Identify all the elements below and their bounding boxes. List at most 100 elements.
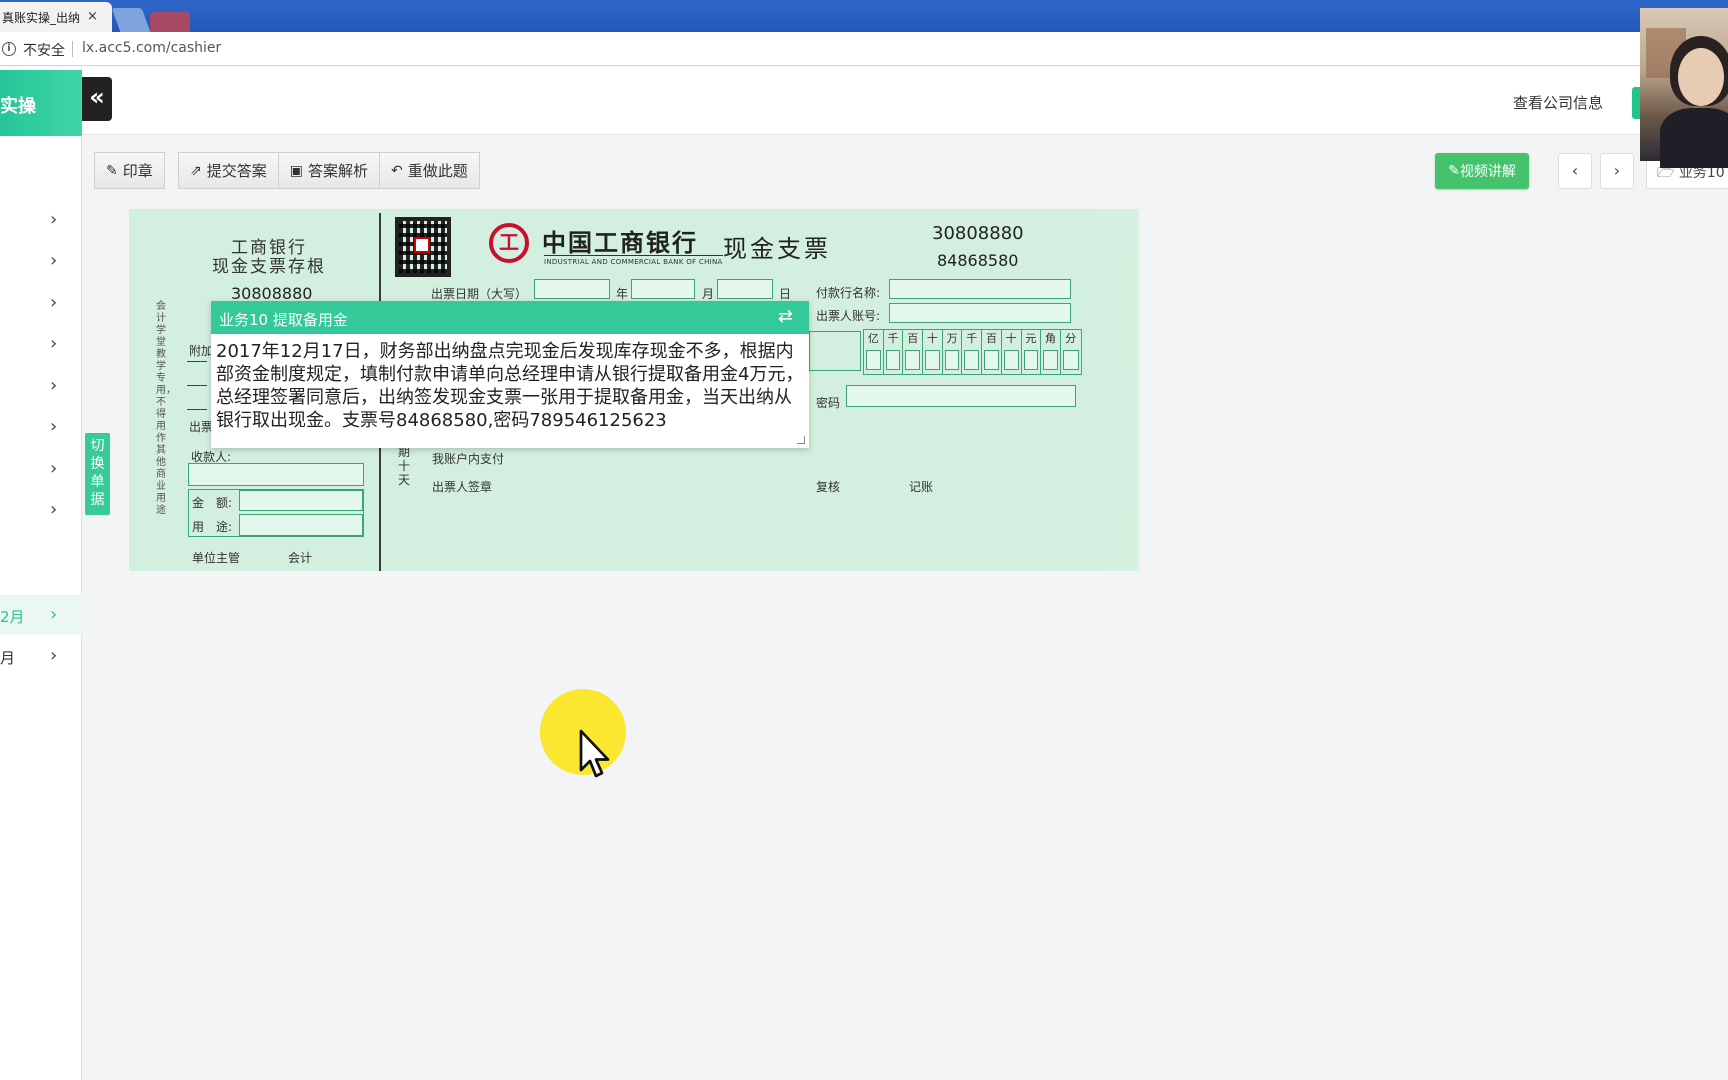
collapse-sidebar-button[interactable]: « <box>82 77 112 121</box>
edit-icon: ✎ <box>106 162 118 179</box>
payer-account-input[interactable] <box>889 303 1071 323</box>
submit-answer-button[interactable]: ⇗ 提交答案 <box>178 152 279 189</box>
amount-digit-cell: 角 <box>1041 330 1061 374</box>
amount-digit-cell: 分 <box>1061 330 1081 374</box>
browser-tab-inactive[interactable] <box>111 8 151 32</box>
amount-digit-cell: 元 <box>1022 330 1042 374</box>
amount-unit-label: 百 <box>907 332 919 345</box>
webcam-overlay <box>1640 8 1728 168</box>
amount-digit-input[interactable] <box>866 350 881 370</box>
password-input[interactable] <box>846 385 1076 407</box>
review-label: 复核 <box>816 480 841 494</box>
next-button[interactable]: › <box>1600 153 1634 189</box>
swap-icon[interactable]: ⇄ <box>778 306 793 327</box>
bank-name-en: INDUSTRIAL AND COMMERCIAL BANK OF CHINA <box>544 255 723 266</box>
address-divider <box>72 41 73 57</box>
chevron-right-icon: › <box>50 645 58 666</box>
info-icon[interactable]: i <box>2 42 16 56</box>
amount-unit-label: 十 <box>1005 332 1017 345</box>
browser-tab-title: 真账实操_出纳 <box>2 11 81 25</box>
undo-icon: ↶ <box>391 162 403 179</box>
sidebar-item[interactable]: › <box>0 407 82 447</box>
amount-digit-input[interactable] <box>1062 350 1079 370</box>
task-description-panel[interactable]: 业务10 提取备用金 ⇄ 2017年12月17日，财务部出纳盘点完现金后发现库存… <box>211 301 809 448</box>
amount-digit-cell: 百 <box>903 330 924 374</box>
stub-supervisor-label: 单位主管 <box>192 551 241 565</box>
amount-digit-input[interactable] <box>905 350 921 370</box>
stub-amount-input[interactable] <box>239 490 363 511</box>
cheque-number-1: 30808880 <box>932 223 1024 244</box>
stub-accountant-label: 会计 <box>288 551 313 565</box>
stub-amount-label: 金 额: <box>192 496 233 510</box>
sidebar-item[interactable]: › <box>0 324 82 364</box>
sidebar-item-month[interactable]: 月 › <box>0 636 82 676</box>
browser-tab-bar: 真账实操_出纳 × <box>0 0 1728 32</box>
url-text[interactable]: lx.acc5.com/cashier <box>82 40 221 56</box>
external-link-icon: ⇗ <box>190 162 202 179</box>
amount-digit-input[interactable] <box>925 350 940 370</box>
sidebar-item-december[interactable]: 2月 › <box>0 595 82 635</box>
stub-purpose-label: 用 途: <box>192 520 233 534</box>
issue-date-label: 出票日期（大写） <box>431 287 528 301</box>
period-label: 期 十 天 <box>398 445 411 487</box>
payer-bank-input[interactable] <box>889 279 1071 299</box>
amount-words-input-edge[interactable] <box>809 331 861 371</box>
pay-from-label: 我账户内支付 <box>432 452 505 466</box>
redo-button[interactable]: ↶ 重做此题 <box>380 152 480 189</box>
amount-digit-cell: 十 <box>1002 330 1022 374</box>
mouse-cursor-icon <box>579 729 610 778</box>
amount-digit-cell: 亿 <box>864 330 884 374</box>
chevron-right-icon: › <box>50 292 58 313</box>
amount-digit-cell: 百 <box>982 330 1002 374</box>
cheque-edge-fade <box>1079 209 1139 571</box>
cheque-type: 现金支票 <box>723 235 831 263</box>
video-explain-button[interactable]: ✎ 视频讲解 <box>1435 153 1529 189</box>
stub-payee-input[interactable] <box>188 463 364 486</box>
seal-button[interactable]: ✎ 印章 <box>94 152 165 189</box>
company-info-link[interactable]: 查看公司信息 <box>1513 92 1603 113</box>
sidebar-item[interactable]: › <box>0 449 82 489</box>
prev-button[interactable]: ‹ <box>1558 153 1592 189</box>
stub-line <box>187 385 207 386</box>
amount-digit-input[interactable] <box>1043 350 1058 370</box>
stub-line <box>187 361 207 362</box>
security-label[interactable]: 不安全 <box>23 40 65 60</box>
issue-month-input[interactable] <box>631 279 695 299</box>
amount-digit-input[interactable] <box>1023 350 1039 370</box>
header-green-button-edge[interactable] <box>1632 87 1640 119</box>
amount-digit-input[interactable] <box>984 350 999 370</box>
amount-digit-input[interactable] <box>1003 350 1019 370</box>
amount-digit-input[interactable] <box>944 350 960 370</box>
day-label: 日 <box>779 287 792 301</box>
amount-digit-input[interactable] <box>964 350 980 370</box>
task-header[interactable]: 业务10 提取备用金 ⇄ <box>211 301 809 334</box>
issue-day-input[interactable] <box>717 279 773 299</box>
chevron-right-icon: › <box>50 250 58 271</box>
amount-digit-input[interactable] <box>885 350 901 370</box>
chevron-right-icon: › <box>50 416 58 437</box>
sidebar-item[interactable]: › <box>0 366 82 406</box>
tab-close-icon[interactable]: × <box>87 9 98 24</box>
stub-purpose-input[interactable] <box>239 514 363 536</box>
bank-name: 中国工商银行 <box>542 229 698 257</box>
month-label: 月 <box>702 287 715 301</box>
chevron-right-icon: › <box>50 604 58 625</box>
sidebar-item[interactable]: › <box>0 283 82 323</box>
sidebar-item[interactable]: › <box>0 241 82 281</box>
amount-unit-label: 分 <box>1065 332 1077 345</box>
switch-document-tab[interactable]: 切换单据 <box>85 433 110 515</box>
issue-year-input[interactable] <box>534 279 610 299</box>
year-label: 年 <box>616 287 629 301</box>
browser-tab-inactive-2[interactable] <box>150 12 190 32</box>
brand-logo: 实操 <box>0 70 82 136</box>
chevron-right-icon: › <box>50 458 58 479</box>
resize-handle-icon[interactable] <box>797 436 805 444</box>
browser-tab[interactable]: 真账实操_出纳 × <box>0 2 112 32</box>
qr-code-center <box>414 237 430 253</box>
save-icon: ▣ <box>289 162 303 179</box>
address-bar[interactable]: i 不安全 lx.acc5.com/cashier <box>0 32 1728 66</box>
answer-analysis-button[interactable]: ▣ 答案解析 <box>278 152 380 189</box>
amount-unit-label: 元 <box>1025 332 1037 345</box>
sidebar-item[interactable]: › <box>0 490 82 530</box>
sidebar-item[interactable]: › <box>0 200 82 240</box>
